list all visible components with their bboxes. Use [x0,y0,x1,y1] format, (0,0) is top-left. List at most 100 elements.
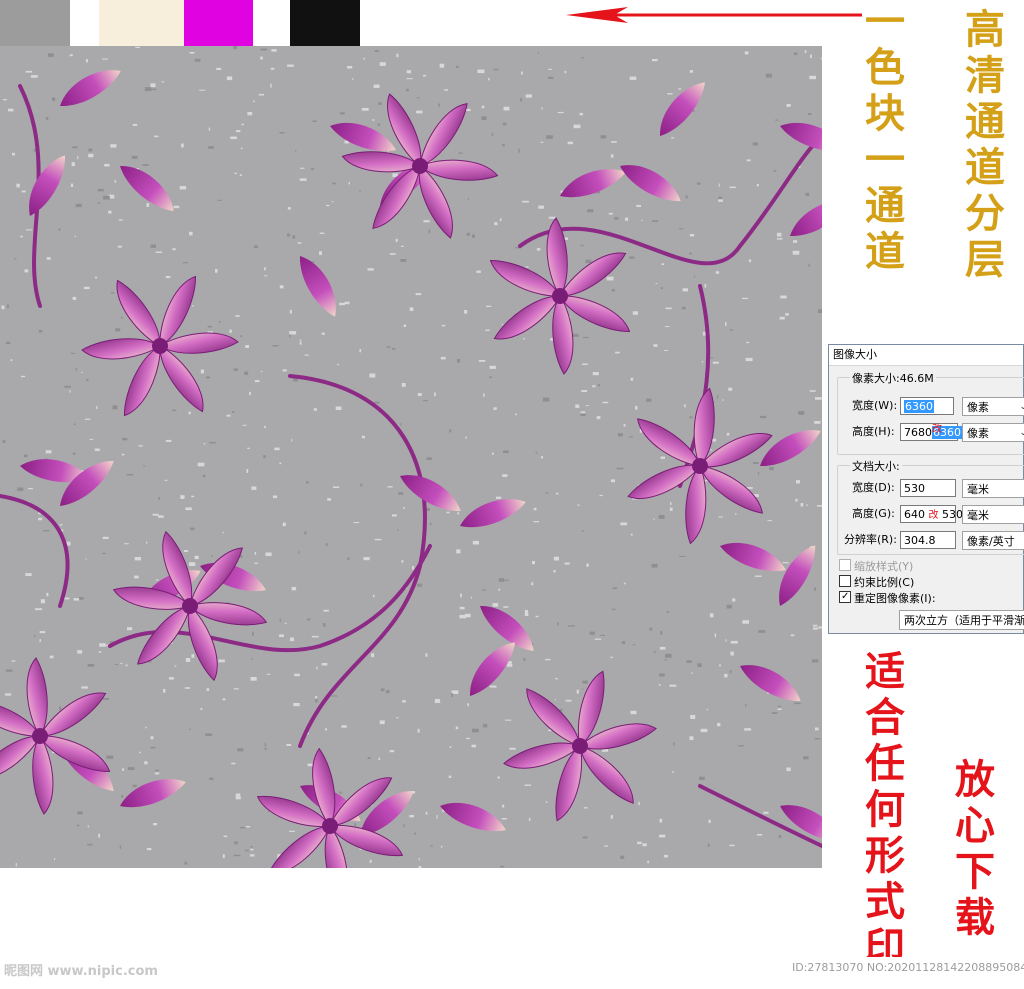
texture-speckle [87,664,95,667]
texture-speckle [5,693,12,696]
texture-speckle [636,204,641,207]
texture-speckle [347,557,350,560]
texture-speckle [515,413,517,416]
texture-speckle [548,76,554,79]
texture-speckle [155,579,159,581]
texture-speckle [118,219,123,221]
texture-speckle [323,609,329,612]
texture-speckle [64,385,71,388]
texture-speckle [614,217,619,220]
texture-speckle [353,522,360,524]
texture-speckle [678,88,682,90]
texture-speckle [379,720,385,725]
texture-speckle [142,164,149,166]
texture-speckle [481,105,485,109]
texture-speckle [689,416,693,419]
texture-speckle [670,502,672,505]
texture-speckle [597,384,601,387]
texture-speckle [94,448,100,451]
texture-speckle [8,108,14,112]
texture-speckle [14,258,17,260]
texture-speckle [422,74,427,77]
texture-speckle [458,152,463,154]
texture-speckle [623,424,626,427]
doc-height-input[interactable]: 640 改 530 [900,505,963,523]
texture-speckle [449,429,452,433]
texture-speckle [604,845,609,847]
texture-speckle [299,342,302,345]
texture-speckle [233,854,241,857]
texture-speckle [434,701,441,703]
texture-speckle [732,598,736,602]
texture-speckle [496,496,502,499]
texture-speckle [386,346,391,348]
texture-speckle [264,742,266,747]
texture-speckle [658,515,665,519]
texture-speckle [681,306,686,310]
texture-speckle [778,835,782,838]
texture-speckle [686,660,692,663]
texture-speckle [554,699,556,701]
resolution-unit-select[interactable]: 像素/英寸 [962,531,1024,550]
texture-speckle [489,365,496,369]
resample-method-select[interactable]: 两次立方（适用于平滑渐变 [899,610,1024,630]
texture-speckle [472,234,475,238]
texture-speckle [599,494,603,497]
texture-speckle [582,688,584,690]
texture-speckle [359,190,362,192]
texture-speckle [541,107,543,110]
height-input[interactable]: 76806360 [900,423,962,441]
texture-speckle [673,742,675,746]
texture-speckle [279,462,282,465]
texture-speckle [191,495,195,498]
doc-width-unit-select[interactable]: 毫米 [962,479,1024,498]
doc-height-unit-select[interactable]: 毫米 [962,505,1024,524]
texture-speckle [653,518,655,520]
doc-width-input[interactable]: 530 [900,479,956,497]
texture-speckle [444,89,448,91]
texture-speckle [629,76,637,80]
texture-speckle [804,50,807,54]
resample-image-checkbox[interactable]: ✓ 重定图像像素(I): [839,591,936,607]
texture-speckle [524,784,532,786]
constrain-proportions-checkbox[interactable]: 约束比例(C) [839,575,914,591]
texture-speckle [28,488,33,490]
scale-styles-checkbox[interactable]: 缩放样式(Y) [839,559,913,575]
texture-speckle [814,421,821,424]
texture-speckle [289,331,297,335]
height-unit-select[interactable]: 像素 ⌄ [962,423,1024,442]
texture-speckle [653,344,658,347]
texture-speckle [610,154,614,158]
texture-speckle [378,102,382,105]
width-input[interactable]: 6360 [900,397,954,415]
texture-speckle [134,557,141,561]
texture-speckle [429,522,432,525]
texture-speckle [630,710,637,715]
change-mark: 改 [932,424,942,435]
texture-speckle [718,199,723,202]
texture-speckle [158,496,160,500]
texture-speckle [209,441,216,444]
texture-speckle [817,309,822,313]
width-unit-select[interactable]: 像素 ⌄ [962,397,1024,416]
texture-speckle [689,252,692,255]
texture-speckle [192,305,194,307]
texture-speckle [758,630,766,633]
texture-speckle [628,436,633,438]
texture-speckle [40,599,45,604]
texture-speckle [371,653,375,658]
texture-speckle [138,445,143,447]
texture-speckle [672,771,675,773]
texture-speckle [521,71,523,75]
texture-speckle [660,631,663,635]
resolution-input[interactable]: 304.8 [900,531,956,549]
texture-speckle [251,658,253,660]
texture-speckle [331,695,338,697]
texture-speckle [282,522,286,527]
texture-speckle [718,183,720,187]
texture-speckle [729,844,735,847]
texture-speckle [467,703,469,707]
texture-speckle [265,552,272,556]
texture-speckle [71,162,75,167]
texture-speckle [555,678,558,680]
